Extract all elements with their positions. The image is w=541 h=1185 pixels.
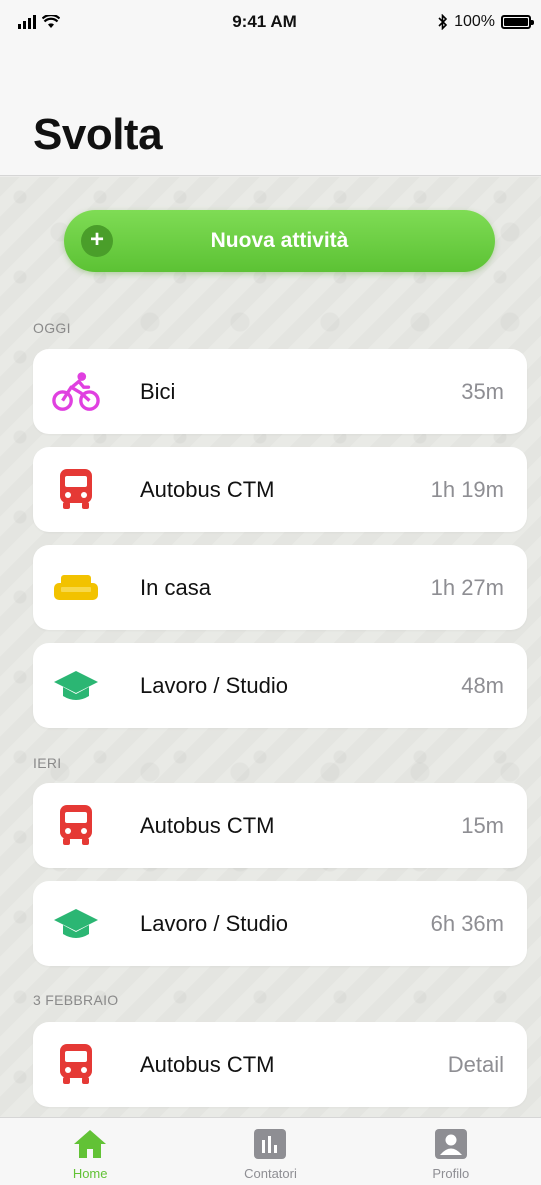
section-label-today: OGGI bbox=[33, 320, 71, 336]
nav-header: Svolta bbox=[0, 44, 541, 176]
activity-label: In casa bbox=[140, 574, 211, 600]
activity-label: Autobus CTM bbox=[140, 476, 275, 502]
activity-label: Autobus CTM bbox=[140, 812, 275, 838]
graduation-cap-icon bbox=[52, 901, 100, 945]
bluetooth-icon bbox=[438, 14, 448, 30]
status-right: 100% bbox=[391, 13, 534, 31]
bar-chart-icon bbox=[254, 1129, 287, 1159]
activity-label: Lavoro / Studio bbox=[140, 910, 288, 936]
activity-duration: 1h 27m bbox=[430, 574, 504, 600]
activity-label: Lavoro / Studio bbox=[140, 672, 288, 698]
tab-home[interactable]: Home bbox=[30, 1118, 150, 1185]
status-time: 9:41 AM bbox=[232, 12, 297, 31]
tab-bar: Home Contatori Profilo bbox=[0, 1117, 541, 1185]
tab-profilo[interactable]: Profilo bbox=[391, 1118, 511, 1185]
page-title: Svolta bbox=[33, 110, 163, 159]
bus-icon bbox=[52, 467, 100, 511]
section-label-date: 3 FEBBRAIO bbox=[33, 992, 119, 1008]
battery-icon bbox=[501, 15, 534, 29]
wifi-icon bbox=[42, 15, 60, 28]
activity-label: Bici bbox=[140, 378, 176, 404]
activity-feed[interactable]: + Nuova attività OGGI Bici 35m Autobus C… bbox=[0, 177, 541, 1117]
battery-percent: 100% bbox=[454, 13, 495, 30]
activity-duration: 6h 36m bbox=[430, 910, 504, 936]
tab-label: Profilo bbox=[432, 1166, 470, 1181]
bicycle-icon bbox=[52, 369, 100, 413]
activity-card[interactable]: Autobus CTM 1h 19m bbox=[33, 447, 527, 532]
activity-card[interactable]: Autobus CTM Detail bbox=[33, 1022, 527, 1107]
tab-label: Contatori bbox=[244, 1166, 297, 1181]
tab-contatori[interactable]: Contatori bbox=[210, 1118, 330, 1185]
graduation-cap-icon bbox=[52, 663, 100, 707]
activity-card[interactable]: Lavoro / Studio 48m bbox=[33, 643, 527, 728]
bus-icon bbox=[52, 803, 100, 847]
activity-card[interactable]: Autobus CTM 15m bbox=[33, 783, 527, 868]
tab-label: Home bbox=[72, 1166, 108, 1181]
bus-icon bbox=[52, 1042, 100, 1086]
activity-card[interactable]: Lavoro / Studio 6h 36m bbox=[33, 881, 527, 966]
activity-label: Autobus CTM bbox=[140, 1051, 275, 1077]
activity-duration: 48m bbox=[461, 672, 504, 698]
signal-icon bbox=[18, 15, 36, 29]
activity-card[interactable]: In casa 1h 27m bbox=[33, 545, 527, 630]
new-activity-label: Nuova attività bbox=[210, 229, 349, 252]
section-label-yesterday: IERI bbox=[33, 755, 62, 771]
profile-icon bbox=[434, 1129, 467, 1159]
status-bar: 9:41 AM 100% bbox=[0, 0, 541, 44]
activity-duration: 35m bbox=[461, 378, 504, 404]
activity-duration: 15m bbox=[461, 812, 504, 838]
status-left bbox=[18, 15, 138, 29]
sofa-icon bbox=[52, 565, 100, 609]
activity-card[interactable]: Bici 35m bbox=[33, 349, 527, 434]
new-activity-button[interactable]: + Nuova attività bbox=[64, 210, 495, 272]
activity-duration: 1h 19m bbox=[430, 476, 504, 502]
home-icon bbox=[74, 1130, 107, 1158]
activity-duration: Detail bbox=[447, 1051, 504, 1077]
plus-icon: + bbox=[81, 225, 113, 257]
